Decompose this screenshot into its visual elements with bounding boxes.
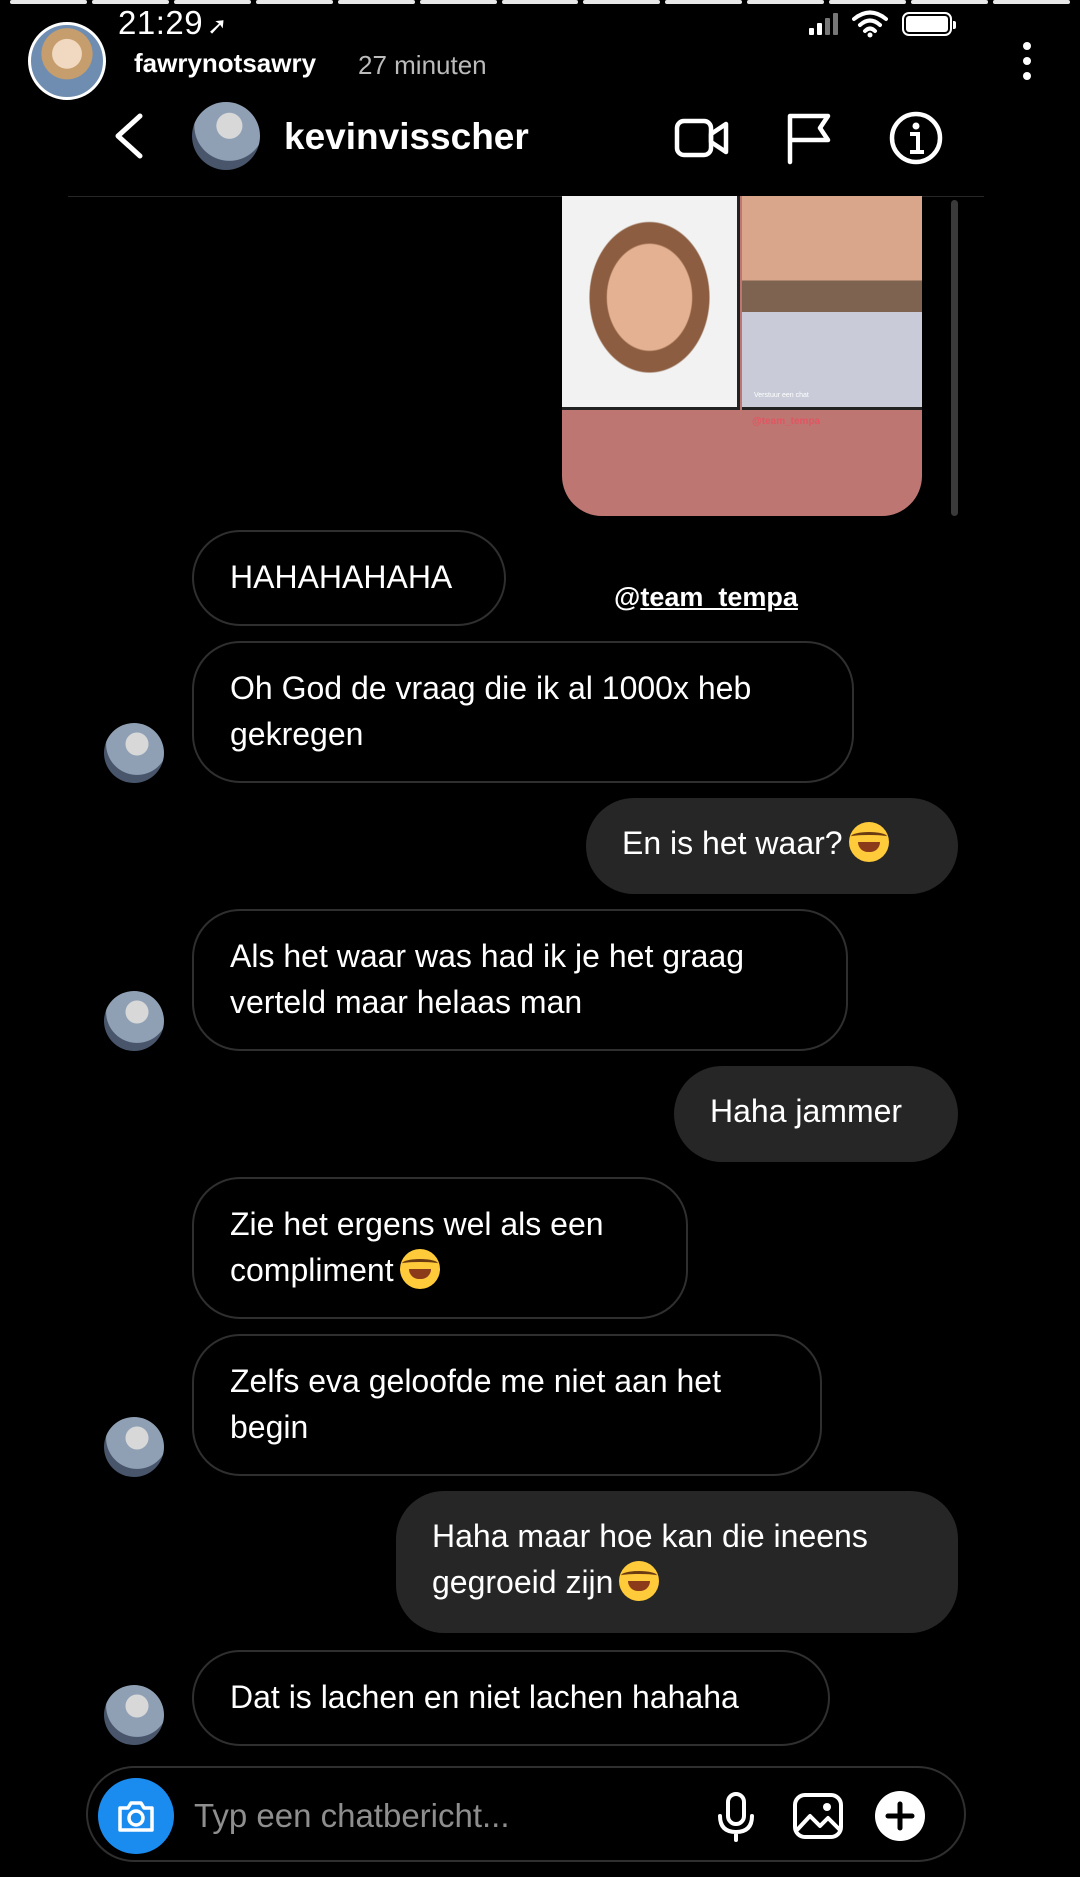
- cellular-signal-icon: [809, 13, 838, 35]
- message-text: HAHAHAHAHA: [230, 559, 453, 595]
- flag-icon[interactable]: [782, 110, 838, 166]
- story-segment: [665, 0, 743, 4]
- message-input[interactable]: [194, 1794, 664, 1838]
- tears-of-joy-emoji: [619, 1561, 660, 1601]
- mention-prefix: @: [614, 582, 641, 612]
- more-options-icon[interactable]: [1022, 42, 1032, 80]
- story-view: 21:29 ➚ fawrynotsawry 27 minuten kevinvis…: [0, 0, 1080, 1877]
- story-segment: [747, 0, 825, 4]
- message-incoming[interactable]: Dat is lachen en niet lachen hahaha: [192, 1650, 830, 1746]
- story-segment: [911, 0, 989, 4]
- camera-icon: [118, 1801, 154, 1832]
- message-outgoing[interactable]: Haha maar hoe kan die ineens gegroeid zi…: [396, 1491, 958, 1633]
- dm-username[interactable]: kevinvisscher: [284, 116, 529, 158]
- message-incoming[interactable]: Oh God de vraag die ik al 1000x heb gekr…: [192, 641, 854, 783]
- message-text: En is het waar?: [622, 825, 843, 861]
- message-incoming[interactable]: HAHAHAHAHA: [192, 530, 506, 626]
- mention-handle: team_tempa: [640, 582, 798, 612]
- wifi-icon: [852, 10, 888, 38]
- story-avatar[interactable]: [28, 22, 106, 100]
- status-time-text: 21:29: [118, 4, 204, 41]
- story-segment: [337, 0, 415, 4]
- message-text: Als het waar was had ik je het graag ver…: [230, 938, 745, 1020]
- sender-avatar[interactable]: [104, 1417, 164, 1477]
- tears-of-joy-emoji: [399, 1249, 440, 1289]
- story-username[interactable]: fawrynotsawry: [134, 48, 316, 79]
- story-segment: [993, 0, 1070, 4]
- story-segment: [10, 0, 87, 4]
- location-arrow-icon: ➚: [207, 13, 228, 40]
- status-time: 21:29 ➚: [118, 4, 228, 42]
- story-segment: [255, 0, 333, 4]
- message-outgoing[interactable]: Haha jammer: [674, 1066, 958, 1162]
- mention-sticker[interactable]: @team_tempa: [614, 582, 798, 613]
- message-text: Haha jammer: [710, 1093, 903, 1129]
- camera-button[interactable]: [98, 1778, 174, 1854]
- video-call-icon[interactable]: [674, 110, 730, 166]
- gallery-icon[interactable]: [790, 1788, 846, 1844]
- message-incoming[interactable]: Zelfs eva geloofde me niet aan het begin: [192, 1334, 822, 1476]
- message-text: Zelfs eva geloofde me niet aan het begin: [230, 1363, 721, 1445]
- battery-icon: [902, 12, 956, 36]
- shared-photo-right: [742, 196, 922, 410]
- message-composer: [86, 1766, 966, 1862]
- scroll-indicator[interactable]: [951, 200, 958, 516]
- message-incoming[interactable]: Als het waar was had ik je het graag ver…: [192, 909, 848, 1051]
- shared-story-image[interactable]: Verstuur een chat @team_tempa: [562, 196, 922, 516]
- story-segment: [501, 0, 579, 4]
- add-icon[interactable]: [872, 1788, 928, 1844]
- message-outgoing[interactable]: En is het waar?: [586, 798, 958, 894]
- story-segment: [829, 0, 907, 4]
- back-icon[interactable]: [108, 110, 148, 162]
- info-icon[interactable]: [888, 110, 944, 166]
- shared-photo-left: [562, 196, 740, 410]
- story-segment: [419, 0, 497, 4]
- message-text: Oh God de vraag die ik al 1000x heb gekr…: [230, 670, 752, 752]
- shared-story-tag: @team_tempa: [752, 416, 821, 427]
- shared-story-caption: Verstuur een chat: [754, 392, 809, 399]
- message-incoming[interactable]: Zie het ergens wel als een compliment: [192, 1177, 688, 1319]
- sender-avatar[interactable]: [104, 723, 164, 783]
- status-icons: [809, 10, 956, 38]
- sender-avatar[interactable]: [104, 991, 164, 1051]
- story-time-ago: 27 minuten: [358, 50, 487, 80]
- dm-avatar[interactable]: [192, 102, 260, 170]
- microphone-icon[interactable]: [708, 1788, 764, 1844]
- story-segment: [583, 0, 661, 4]
- tears-of-joy-emoji: [848, 822, 889, 862]
- message-text: Dat is lachen en niet lachen hahaha: [230, 1679, 739, 1715]
- sender-avatar[interactable]: [104, 1685, 164, 1745]
